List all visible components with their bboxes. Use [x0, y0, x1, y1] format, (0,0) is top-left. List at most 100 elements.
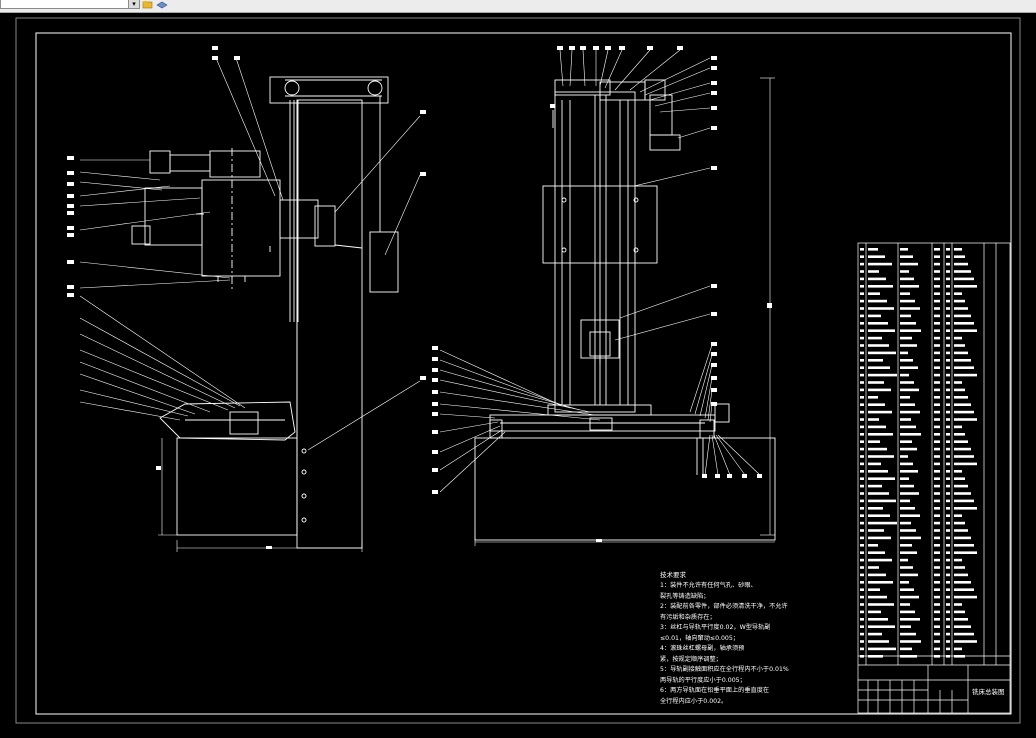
parts-list-cell — [860, 573, 864, 577]
parts-list-cell — [900, 307, 920, 310]
drawing-title: 铣床总装图 — [972, 688, 1005, 696]
parts-list-cell — [934, 573, 940, 577]
parts-list-cell — [954, 499, 974, 503]
parts-list-cell — [934, 270, 940, 273]
parts-list-cell — [860, 507, 864, 510]
parts-list-cell — [946, 366, 950, 369]
parts-list-cell — [900, 292, 910, 295]
parts-list-cell — [860, 314, 864, 318]
parts-list-cell — [868, 566, 879, 569]
parts-list-cell — [934, 314, 940, 318]
parts-list-cell — [868, 477, 895, 480]
parts-list-cell — [868, 588, 880, 591]
parts-list-cell — [954, 514, 962, 517]
parts-list-cell — [900, 536, 921, 540]
parts-list-cell — [868, 640, 889, 643]
parts-list-cell — [934, 403, 940, 406]
parts-list-cell — [868, 255, 885, 258]
parts-list-cell — [900, 262, 918, 266]
parts-list-cell — [934, 603, 940, 606]
parts-list-cell — [934, 277, 940, 281]
parts-list-cell — [868, 433, 893, 436]
parts-list-cell — [946, 618, 950, 621]
tech-req-line: 紧，按规定顺序调整； — [660, 655, 722, 663]
parts-list-cell — [946, 433, 950, 436]
parts-list-cell — [868, 618, 888, 621]
parts-list-cell — [946, 351, 950, 355]
parts-list-cell — [934, 514, 940, 517]
parts-list-cell — [934, 588, 940, 591]
parts-list-cell — [954, 307, 968, 310]
parts-list-cell — [860, 277, 864, 281]
parts-list-cell — [946, 396, 950, 399]
parts-list-cell — [860, 595, 864, 599]
parts-list-cell — [868, 299, 887, 303]
parts-list-cell — [934, 351, 940, 355]
parts-list-cell — [946, 359, 950, 362]
parts-list-cell — [900, 544, 912, 547]
parts-list-cell — [900, 558, 908, 562]
parts-list-cell — [934, 477, 940, 480]
parts-list-cell — [860, 292, 864, 295]
parts-list-cell — [954, 373, 977, 377]
parts-list-cell — [860, 603, 864, 606]
parts-list-cell — [900, 322, 916, 325]
parts-list-cell — [860, 551, 864, 554]
folder-icon[interactable] — [142, 0, 154, 9]
parts-list-cell — [860, 640, 864, 643]
parts-list-cell — [860, 514, 864, 517]
parts-list-cell — [954, 610, 965, 614]
parts-list-cell — [860, 433, 864, 436]
parts-list-cell — [860, 440, 864, 443]
parts-list-cell — [934, 462, 940, 466]
toolbar: ▾ — [0, 0, 1036, 13]
parts-list-cell — [868, 595, 887, 599]
parts-list-cell — [900, 521, 911, 525]
layers-icon[interactable] — [156, 0, 168, 9]
parts-list-cell — [900, 595, 919, 599]
parts-list-cell — [900, 433, 921, 436]
parts-list-cell — [900, 344, 917, 347]
tech-req-line: 裂孔等铸造缺陷； — [660, 592, 710, 600]
parts-list-cell — [934, 558, 940, 562]
parts-list-cell — [934, 544, 940, 547]
parts-list-cell — [946, 285, 950, 288]
parts-list-cell — [860, 492, 864, 495]
parts-list-cell — [868, 396, 878, 399]
parts-list-cell — [868, 248, 878, 251]
parts-list-cell — [860, 373, 864, 377]
layer-select-field[interactable] — [0, 0, 130, 9]
parts-list-cell — [934, 470, 940, 473]
parts-list-cell — [946, 492, 950, 495]
parts-list-cell — [934, 447, 940, 451]
parts-list-cell — [934, 655, 940, 658]
parts-list-cell — [860, 477, 864, 480]
parts-list-cell — [934, 521, 940, 525]
parts-list-cell — [946, 521, 950, 525]
parts-list-cell — [934, 292, 940, 295]
parts-list-cell — [946, 529, 950, 532]
parts-list-cell — [954, 270, 971, 273]
parts-list-cell — [900, 373, 909, 377]
parts-list-cell — [860, 625, 864, 628]
tech-req-line: 6：两方导轨面在铅垂平面上的垂直度在 — [660, 687, 770, 694]
parts-list-cell — [954, 329, 977, 332]
parts-list-cell — [900, 299, 915, 303]
parts-list-cell — [954, 440, 968, 443]
parts-list-cell — [868, 277, 886, 281]
parts-list-cell — [868, 484, 882, 488]
parts-list-cell — [900, 573, 918, 577]
parts-list-cell — [860, 299, 864, 303]
parts-list-cell — [934, 610, 940, 614]
parts-list-cell — [954, 396, 968, 399]
dropdown-arrow-icon[interactable]: ▾ — [128, 0, 140, 9]
parts-list-cell — [934, 581, 940, 584]
parts-list-cell — [860, 581, 864, 584]
parts-list-cell — [954, 322, 974, 325]
parts-list-cell — [946, 270, 950, 273]
parts-list-cell — [954, 433, 965, 436]
parts-list-cell — [900, 410, 920, 414]
drawing-canvas[interactable] — [0, 13, 1036, 738]
parts-list-cell — [868, 381, 884, 384]
parts-list-cell — [954, 425, 962, 429]
